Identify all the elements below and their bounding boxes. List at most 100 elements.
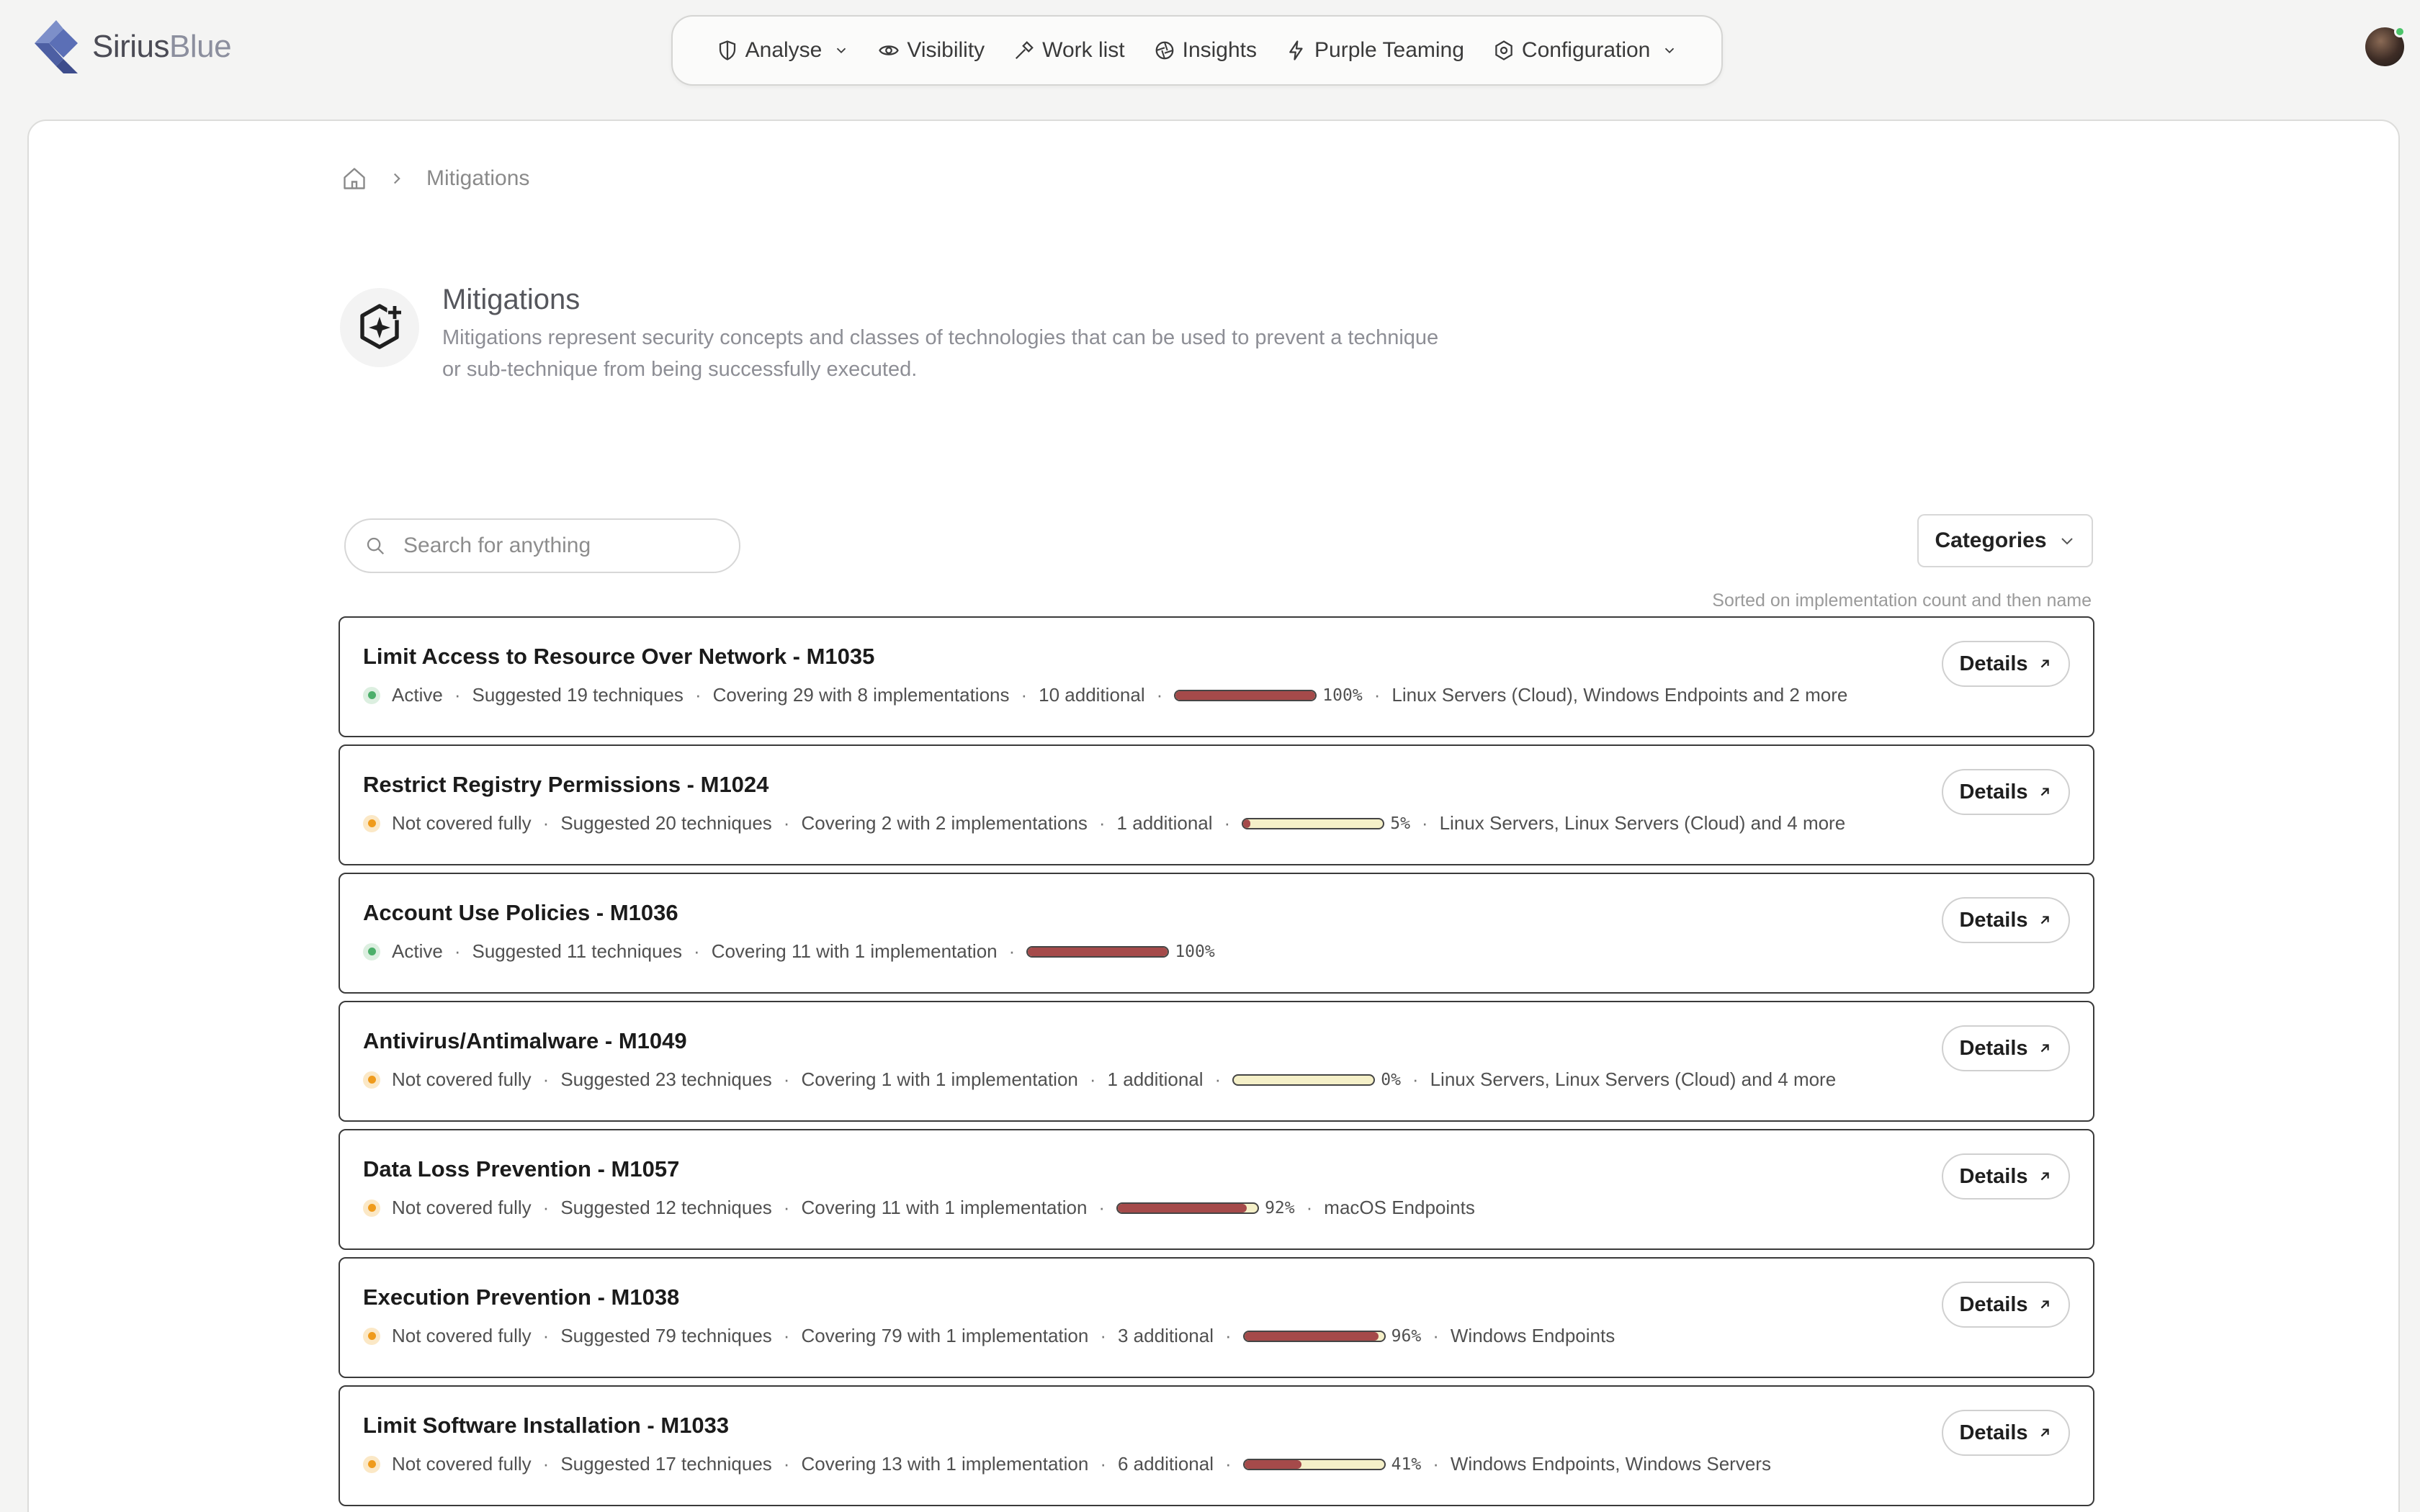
meta-separator: · (783, 1453, 790, 1475)
status-text: Not covered fully (392, 1325, 532, 1346)
mitigation-meta: Not covered fully · Suggested 20 technique… (363, 812, 1845, 834)
details-button[interactable]: Details (1942, 1282, 2070, 1328)
meta-separator: · (1421, 812, 1428, 834)
mitigation-card[interactable]: Execution Prevention - M1038 Not covered… (339, 1257, 2094, 1378)
coverage-progress-bar (1232, 1074, 1376, 1086)
breadcrumb-current: Mitigations (426, 166, 530, 190)
meta-separator: · (1156, 684, 1163, 706)
mitigation-card[interactable]: Antivirus/Antimalware - M1049 Not covere… (339, 1001, 2094, 1122)
status-active-icon (363, 686, 380, 704)
search-box[interactable] (344, 518, 740, 573)
mitigation-card[interactable]: Limit Access to Resource Over Network - … (339, 616, 2094, 737)
suggested-count: Suggested 20 techniques (560, 812, 772, 834)
chevron-down-icon (837, 48, 846, 54)
mitigation-card[interactable]: Restrict Registry Permissions - M1024 No… (339, 744, 2094, 865)
details-button[interactable]: Details (1942, 769, 2070, 815)
nav-purple-teaming[interactable]: Purple Teaming (1286, 38, 1464, 63)
coverage-progress-fill (1244, 1331, 1379, 1341)
chevron-right-icon (393, 173, 400, 184)
suggested-count: Suggested 19 techniques (472, 684, 684, 706)
meta-separator: · (1306, 1197, 1313, 1218)
main-content: Mitigations Mitigations Mitigations repr… (27, 120, 2400, 1512)
meta-separator: · (694, 940, 700, 962)
details-label: Details (1959, 1164, 2028, 1188)
categories-label: Categories (1935, 528, 2047, 552)
meta-separator: · (1433, 1325, 1439, 1346)
details-label: Details (1959, 780, 2028, 804)
mitigation-title: Limit Access to Resource Over Network - … (363, 644, 875, 669)
suggested-count: Suggested 23 techniques (560, 1068, 772, 1090)
lightning-icon (1289, 40, 1303, 60)
nav-analyse[interactable]: Analyse (717, 38, 850, 63)
home-icon[interactable] (341, 166, 367, 192)
chevron-down-icon (2061, 538, 2073, 545)
status-text: Not covered fully (392, 1453, 532, 1475)
coverage-progress-bar (1242, 1330, 1386, 1342)
mitigation-title: Limit Software Installation - M1033 (363, 1413, 730, 1438)
mitigation-card[interactable]: Data Loss Prevention - M1057 Not covered… (339, 1129, 2094, 1250)
meta-separator: · (783, 1068, 790, 1090)
page-title: Mitigations (442, 284, 581, 315)
details-button[interactable]: Details (1942, 1153, 2070, 1200)
status-active-icon (363, 942, 380, 960)
coverage-percent: 96% (1391, 1326, 1422, 1346)
mitigation-card[interactable]: Account Use Policies - M1036 Active · Sugg… (339, 873, 2094, 994)
platforms-text: Linux Servers (Cloud), Windows Endpoints… (1392, 684, 1848, 706)
arrow-up-right-icon (2040, 1428, 2049, 1437)
shield-half-icon (719, 40, 735, 60)
brand-logo[interactable]: SiriusBlue (32, 19, 232, 75)
status-warning-icon (363, 1455, 380, 1473)
siriusblue-logo-icon (35, 20, 78, 73)
mitigation-meta: Not covered fully · Suggested 12 technique… (363, 1197, 1475, 1219)
additional-count: 1 additional (1107, 1068, 1204, 1090)
meta-separator: · (1008, 940, 1016, 962)
meta-separator: · (454, 940, 461, 962)
meta-separator: · (783, 812, 790, 834)
status-text: Not covered fully (392, 1197, 532, 1218)
additional-count: 10 additional (1039, 684, 1145, 706)
suggested-count: Suggested 12 techniques (560, 1197, 772, 1218)
nav-label: Analyse (745, 38, 823, 62)
meta-separator: · (542, 1068, 550, 1090)
status-text: Not covered fully (392, 1068, 532, 1090)
nav-label: Visibility (907, 38, 985, 62)
user-avatar[interactable] (2365, 26, 2406, 66)
details-label: Details (1959, 908, 2028, 932)
meta-separator: · (1100, 1453, 1106, 1475)
details-button[interactable]: Details (1942, 1410, 2070, 1456)
meta-separator: · (542, 1197, 550, 1218)
arrow-up-right-icon (2040, 1300, 2049, 1309)
aperture-icon (1155, 41, 1173, 60)
arrow-up-right-icon (2040, 916, 2049, 924)
meta-separator: · (1089, 1068, 1096, 1090)
meta-separator: · (1098, 1197, 1106, 1218)
meta-separator: · (1225, 1325, 1232, 1346)
page-description: Mitigations represent security concepts … (442, 326, 1439, 381)
details-button[interactable]: Details (1942, 897, 2070, 943)
nav-work-list[interactable]: Work list (1013, 38, 1125, 63)
search-input[interactable] (403, 534, 720, 558)
details-label: Details (1959, 1036, 2028, 1060)
platforms-text: Linux Servers, Linux Servers (Cloud) and… (1430, 1068, 1837, 1090)
meta-separator: · (1021, 684, 1028, 706)
coverage-percent: 100% (1322, 685, 1363, 705)
nav-label: Purple Teaming (1314, 38, 1464, 62)
mitigation-card[interactable]: Limit Software Installation - M1033 Not … (339, 1385, 2094, 1506)
page-icon-container (340, 288, 419, 367)
platforms-text: Linux Servers, Linux Servers (Cloud) and… (1439, 812, 1846, 834)
coverage-progress-bar (1026, 945, 1170, 958)
details-button[interactable]: Details (1942, 1025, 2070, 1071)
details-button[interactable]: Details (1942, 641, 2070, 687)
status-warning-icon (363, 814, 380, 832)
mitigation-list: Limit Access to Resource Over Network - … (339, 616, 2094, 1512)
nav-insights[interactable]: Insights (1154, 38, 1257, 63)
meta-separator: · (1433, 1453, 1439, 1475)
categories-dropdown[interactable]: Categories (1917, 514, 2093, 567)
mitigation-meta: Not covered fully · Suggested 17 technique… (363, 1453, 1771, 1475)
arrow-up-right-icon (2040, 1172, 2049, 1181)
details-label: Details (1959, 1292, 2028, 1316)
online-status-dot (2394, 26, 2406, 37)
main-navigation: Analyse Visibility Work list Insights Pu… (671, 15, 1723, 86)
nav-visibility[interactable]: Visibility (878, 38, 985, 63)
nav-configuration[interactable]: Configuration (1493, 38, 1677, 63)
